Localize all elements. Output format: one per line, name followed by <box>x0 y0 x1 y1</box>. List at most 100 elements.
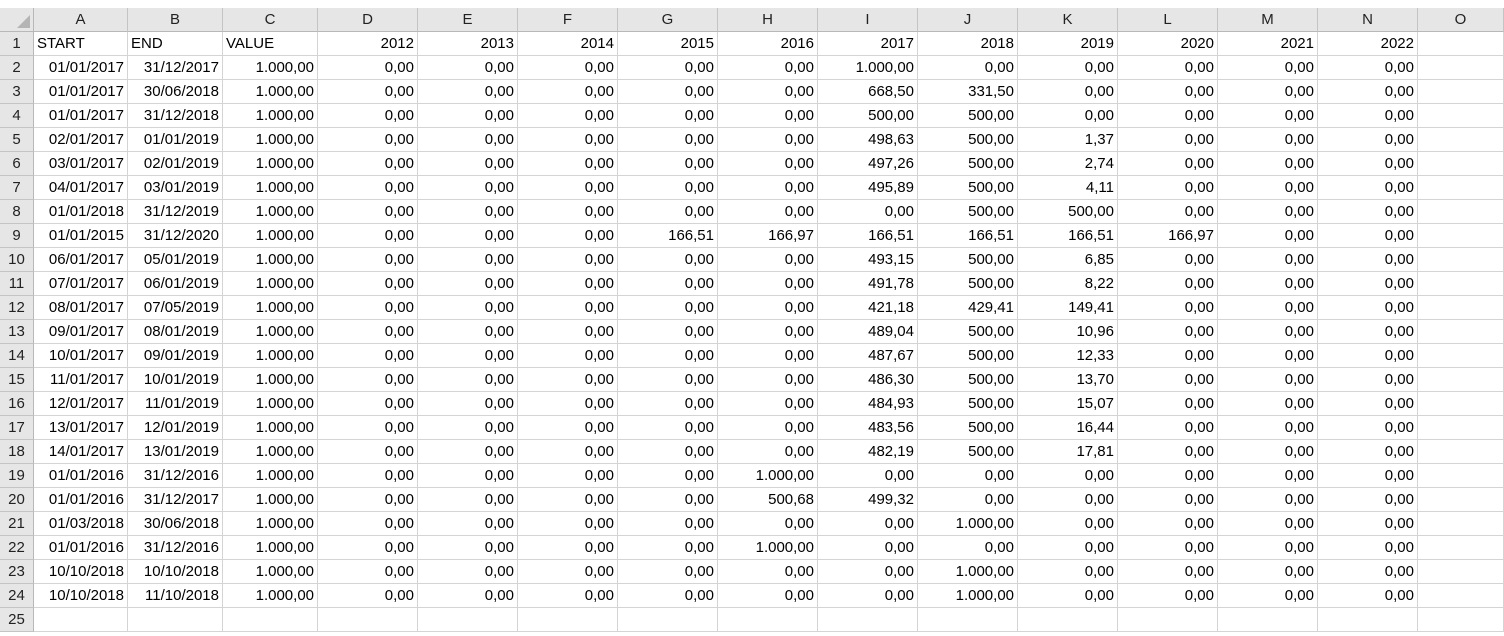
cell-d7[interactable]: 0,00 <box>318 176 418 200</box>
cell-b1[interactable]: END <box>128 32 223 56</box>
cell-j12[interactable]: 429,41 <box>918 296 1018 320</box>
cell-b19[interactable]: 31/12/2016 <box>128 464 223 488</box>
cell-i24[interactable]: 0,00 <box>818 584 918 608</box>
cell-a20[interactable]: 01/01/2016 <box>34 488 128 512</box>
cell-c14[interactable]: 1.000,00 <box>223 344 318 368</box>
cell-m24[interactable]: 0,00 <box>1218 584 1318 608</box>
cell-f6[interactable]: 0,00 <box>518 152 618 176</box>
cell-b17[interactable]: 12/01/2019 <box>128 416 223 440</box>
cell-g4[interactable]: 0,00 <box>618 104 718 128</box>
cell-m12[interactable]: 0,00 <box>1218 296 1318 320</box>
cell-l15[interactable]: 0,00 <box>1118 368 1218 392</box>
cell-m11[interactable]: 0,00 <box>1218 272 1318 296</box>
cell-m21[interactable]: 0,00 <box>1218 512 1318 536</box>
cell-e1[interactable]: 2013 <box>418 32 518 56</box>
cell-c10[interactable]: 1.000,00 <box>223 248 318 272</box>
cell-g15[interactable]: 0,00 <box>618 368 718 392</box>
row-header[interactable]: 17 <box>0 416 34 440</box>
cell-a13[interactable]: 09/01/2017 <box>34 320 128 344</box>
cell-e2[interactable]: 0,00 <box>418 56 518 80</box>
cell-k8[interactable]: 500,00 <box>1018 200 1118 224</box>
cell-c21[interactable]: 1.000,00 <box>223 512 318 536</box>
cell-m25[interactable] <box>1218 608 1318 632</box>
cell-e4[interactable]: 0,00 <box>418 104 518 128</box>
cell-b9[interactable]: 31/12/2020 <box>128 224 223 248</box>
cell-j5[interactable]: 500,00 <box>918 128 1018 152</box>
cell-l5[interactable]: 0,00 <box>1118 128 1218 152</box>
cell-n14[interactable]: 0,00 <box>1318 344 1418 368</box>
cell-l2[interactable]: 0,00 <box>1118 56 1218 80</box>
cell-k1[interactable]: 2019 <box>1018 32 1118 56</box>
cell-c23[interactable]: 1.000,00 <box>223 560 318 584</box>
cell-e9[interactable]: 0,00 <box>418 224 518 248</box>
cell-b4[interactable]: 31/12/2018 <box>128 104 223 128</box>
cell-o24[interactable] <box>1418 584 1504 608</box>
cell-k22[interactable]: 0,00 <box>1018 536 1118 560</box>
cell-e14[interactable]: 0,00 <box>418 344 518 368</box>
cell-b15[interactable]: 10/01/2019 <box>128 368 223 392</box>
cell-f7[interactable]: 0,00 <box>518 176 618 200</box>
cell-c12[interactable]: 1.000,00 <box>223 296 318 320</box>
cell-a21[interactable]: 01/03/2018 <box>34 512 128 536</box>
cell-h13[interactable]: 0,00 <box>718 320 818 344</box>
cell-h16[interactable]: 0,00 <box>718 392 818 416</box>
cell-o6[interactable] <box>1418 152 1504 176</box>
cell-j10[interactable]: 500,00 <box>918 248 1018 272</box>
cell-o11[interactable] <box>1418 272 1504 296</box>
cell-j18[interactable]: 500,00 <box>918 440 1018 464</box>
cell-b6[interactable]: 02/01/2019 <box>128 152 223 176</box>
cell-m23[interactable]: 0,00 <box>1218 560 1318 584</box>
row-header[interactable]: 24 <box>0 584 34 608</box>
cell-e20[interactable]: 0,00 <box>418 488 518 512</box>
cell-c19[interactable]: 1.000,00 <box>223 464 318 488</box>
row-header[interactable]: 3 <box>0 80 34 104</box>
cell-o13[interactable] <box>1418 320 1504 344</box>
row-header[interactable]: 19 <box>0 464 34 488</box>
column-header-a[interactable]: A <box>34 8 128 32</box>
cell-e23[interactable]: 0,00 <box>418 560 518 584</box>
cell-k23[interactable]: 0,00 <box>1018 560 1118 584</box>
cell-o10[interactable] <box>1418 248 1504 272</box>
cell-h18[interactable]: 0,00 <box>718 440 818 464</box>
cell-k14[interactable]: 12,33 <box>1018 344 1118 368</box>
cell-a11[interactable]: 07/01/2017 <box>34 272 128 296</box>
cell-i8[interactable]: 0,00 <box>818 200 918 224</box>
cell-f24[interactable]: 0,00 <box>518 584 618 608</box>
cell-d10[interactable]: 0,00 <box>318 248 418 272</box>
cell-d9[interactable]: 0,00 <box>318 224 418 248</box>
cell-o17[interactable] <box>1418 416 1504 440</box>
select-all-corner[interactable] <box>0 8 34 32</box>
cell-c13[interactable]: 1.000,00 <box>223 320 318 344</box>
row-header[interactable]: 2 <box>0 56 34 80</box>
cell-g23[interactable]: 0,00 <box>618 560 718 584</box>
row-header[interactable]: 4 <box>0 104 34 128</box>
cell-i15[interactable]: 486,30 <box>818 368 918 392</box>
cell-f3[interactable]: 0,00 <box>518 80 618 104</box>
cell-g2[interactable]: 0,00 <box>618 56 718 80</box>
cell-j15[interactable]: 500,00 <box>918 368 1018 392</box>
cell-o25[interactable] <box>1418 608 1504 632</box>
cell-i14[interactable]: 487,67 <box>818 344 918 368</box>
row-header[interactable]: 8 <box>0 200 34 224</box>
cell-a5[interactable]: 02/01/2017 <box>34 128 128 152</box>
row-header[interactable]: 6 <box>0 152 34 176</box>
cell-a10[interactable]: 06/01/2017 <box>34 248 128 272</box>
cell-a1[interactable]: START <box>34 32 128 56</box>
cell-g8[interactable]: 0,00 <box>618 200 718 224</box>
cell-h2[interactable]: 0,00 <box>718 56 818 80</box>
cell-f8[interactable]: 0,00 <box>518 200 618 224</box>
cell-o20[interactable] <box>1418 488 1504 512</box>
cell-g22[interactable]: 0,00 <box>618 536 718 560</box>
cell-n9[interactable]: 0,00 <box>1318 224 1418 248</box>
cell-m17[interactable]: 0,00 <box>1218 416 1318 440</box>
cell-f22[interactable]: 0,00 <box>518 536 618 560</box>
cell-b16[interactable]: 11/01/2019 <box>128 392 223 416</box>
cell-o5[interactable] <box>1418 128 1504 152</box>
cell-b10[interactable]: 05/01/2019 <box>128 248 223 272</box>
column-header-c[interactable]: C <box>223 8 318 32</box>
cell-m9[interactable]: 0,00 <box>1218 224 1318 248</box>
cell-e7[interactable]: 0,00 <box>418 176 518 200</box>
cell-i7[interactable]: 495,89 <box>818 176 918 200</box>
cell-n23[interactable]: 0,00 <box>1318 560 1418 584</box>
cell-m2[interactable]: 0,00 <box>1218 56 1318 80</box>
